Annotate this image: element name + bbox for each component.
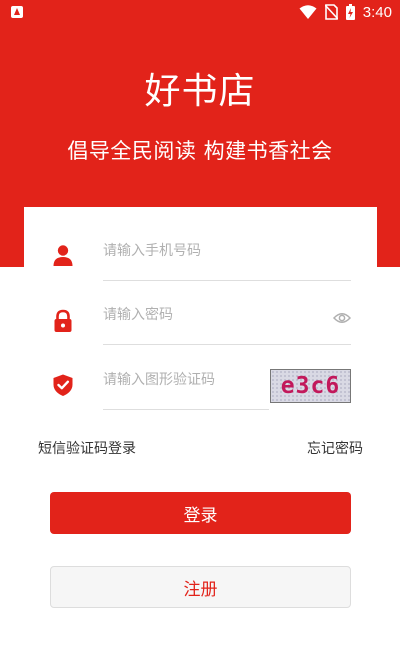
app-slogan: 倡导全民阅读 构建书香社会 [67,139,333,163]
forgot-password-link[interactable]: 忘记密码 [307,438,363,458]
captcha-image[interactable]: e3c6 [270,369,351,403]
user-icon [53,245,73,266]
eye-icon[interactable] [333,311,351,325]
sms-login-link[interactable]: 短信验证码登录 [38,438,136,458]
status-time: 3:40 [362,3,392,21]
wifi-icon [299,5,317,19]
lock-icon [54,309,72,332]
no-sim-icon [324,4,338,20]
password-input[interactable] [103,303,323,327]
status-icons: 3:40 [299,3,392,21]
captcha-text: e3c6 [280,373,341,399]
captcha-input[interactable] [103,368,263,392]
phone-divider [103,280,351,281]
register-button[interactable]: 注册 [50,566,351,608]
login-button[interactable]: 登录 [50,492,351,534]
battery-charging-icon [345,4,355,20]
status-bar: 3:40 [0,0,400,24]
phone-input[interactable] [103,239,343,263]
app-title: 好书店 [144,71,256,112]
shield-check-icon [53,374,73,396]
app-notification-icon [11,6,23,18]
captcha-divider [103,409,269,410]
password-divider [103,344,351,345]
